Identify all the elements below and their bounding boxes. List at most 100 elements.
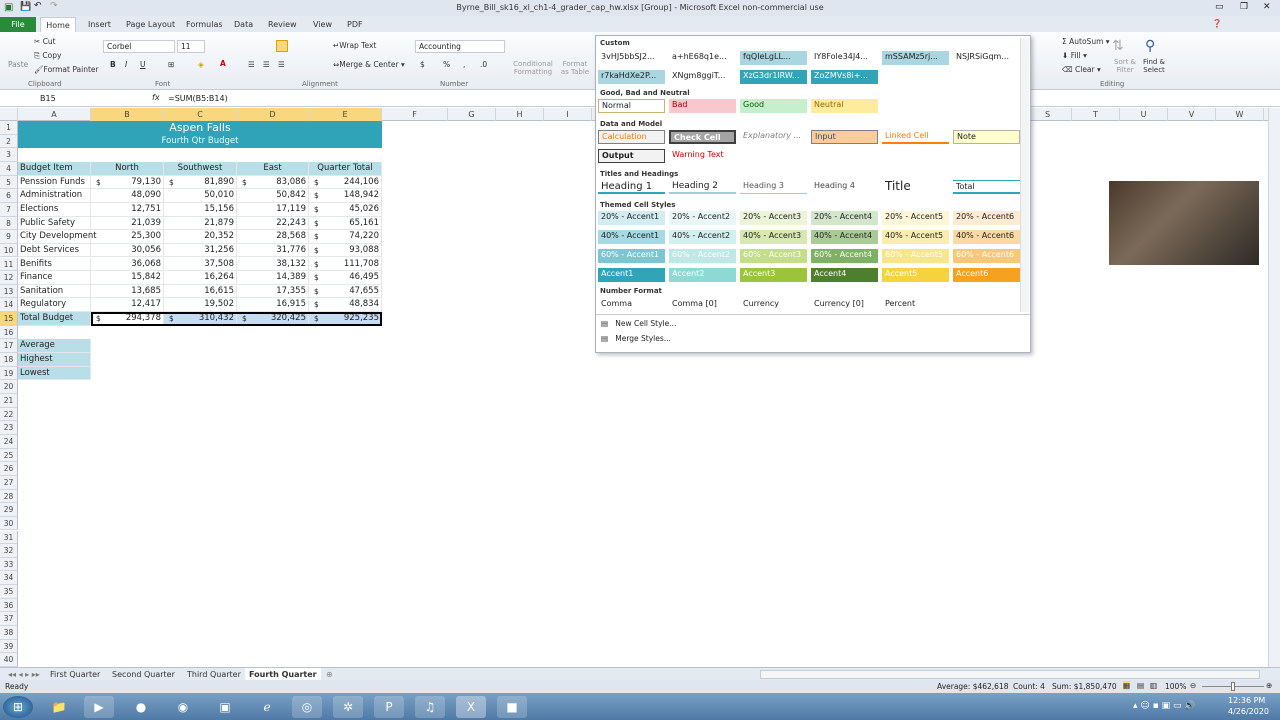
cell-A8[interactable]: Public Safety [18, 216, 91, 231]
cell-B6[interactable]: 48,090 [91, 189, 164, 203]
align-bottom-button[interactable] [276, 40, 288, 52]
style-item[interactable]: Heading 3 [740, 180, 807, 194]
media-player-icon[interactable]: ▶ [84, 696, 114, 718]
percent-button[interactable]: % [443, 60, 450, 69]
row-header[interactable]: 25 [0, 448, 18, 463]
column-header[interactable]: W [1216, 108, 1264, 121]
custom-style-item[interactable]: IY8Fole34J4... [811, 51, 878, 65]
style-item[interactable]: 60% - Accent2 [669, 249, 736, 263]
cell-E9[interactable]: 74,220 [309, 230, 382, 244]
increase-decimal-icon[interactable]: .0 [480, 60, 487, 69]
zoom-slider-thumb[interactable] [1231, 682, 1235, 691]
style-item[interactable]: 60% - Accent4 [811, 249, 878, 263]
custom-style-item[interactable]: NSJRSiGqm... [953, 51, 1020, 65]
cell-B5[interactable]: 79,130 [91, 175, 164, 190]
gallery-scrollbar[interactable] [1020, 38, 1029, 312]
fill-button[interactable]: ⬇ Fill ▾ [1062, 51, 1087, 60]
row-header[interactable]: 11 [0, 257, 18, 272]
row-header[interactable]: 24 [0, 434, 18, 449]
column-header[interactable]: B [91, 108, 164, 121]
cell-D7[interactable]: 17,119 [237, 202, 309, 217]
cell-E8[interactable]: 65,161 [309, 216, 382, 231]
zoom-in-icon[interactable]: ⊕ [1266, 681, 1272, 690]
excel-taskbar-icon[interactable]: X [456, 696, 486, 718]
column-header[interactable]: D [237, 108, 309, 121]
cell-A19[interactable]: Lowest [18, 366, 91, 381]
cell-B12[interactable]: 15,842 [91, 271, 164, 285]
row-header[interactable]: 8 [0, 216, 18, 231]
underline-button[interactable]: U [140, 60, 146, 69]
cell-D14[interactable]: 16,915 [237, 298, 309, 313]
style-item[interactable]: Warning Text [669, 149, 736, 163]
row-header[interactable]: 33 [0, 557, 18, 572]
style-item[interactable]: 40% - Accent6 [953, 230, 1020, 244]
borders-icon[interactable]: ⊞ [168, 60, 174, 69]
row-header[interactable]: 15 [0, 312, 18, 326]
cell-A6[interactable]: Administration [18, 189, 91, 203]
start-button[interactable]: ⊞ [3, 696, 33, 718]
row-header[interactable]: 10 [0, 243, 18, 258]
cell-C10[interactable]: 31,256 [164, 243, 237, 258]
cell-D13[interactable]: 17,355 [237, 284, 309, 299]
powerpoint-icon[interactable]: P [374, 696, 404, 718]
custom-style-item[interactable]: fqQIeLgLL... [740, 51, 807, 65]
cell-A11[interactable]: Benifits [18, 257, 91, 272]
style-item[interactable]: Comma [0] [669, 298, 736, 312]
help-icon[interactable]: ❓ [1212, 19, 1222, 28]
wrap-text-button[interactable]: ↵Wrap Text [333, 41, 376, 50]
style-item[interactable]: Heading 1 [598, 180, 665, 194]
minimize-button[interactable]: ▭ [1215, 2, 1224, 12]
style-item[interactable]: Input [811, 130, 878, 144]
tool-icon[interactable]: ▣ [210, 696, 240, 718]
cell-C8[interactable]: 21,879 [164, 216, 237, 231]
style-item[interactable]: 20% - Accent2 [669, 211, 736, 225]
cell-A17[interactable]: Average [18, 339, 91, 354]
tab-review[interactable]: Review [268, 17, 297, 32]
cell-A9[interactable]: City Development [18, 230, 97, 244]
style-item[interactable]: Output [598, 149, 665, 163]
cell-D12[interactable]: 14,389 [237, 271, 309, 285]
style-item[interactable]: Explanatory ... [740, 130, 807, 144]
row-header[interactable]: 23 [0, 421, 18, 435]
page-layout-view-icon[interactable]: ▤ [1137, 681, 1144, 690]
number-format-select[interactable]: Accounting [415, 40, 505, 53]
comma-button[interactable]: , [463, 60, 465, 69]
internet-explorer-icon[interactable]: ℯ [252, 696, 282, 718]
clear-button[interactable]: ⌫ Clear ▾ [1062, 65, 1101, 74]
column-header[interactable]: C [164, 108, 237, 121]
style-item[interactable]: Calculation [598, 130, 665, 144]
cell-C13[interactable]: 16,615 [164, 284, 237, 299]
row-header[interactable]: 32 [0, 544, 18, 558]
row-header[interactable]: 34 [0, 571, 18, 586]
tab-page-layout[interactable]: Page Layout [126, 17, 175, 32]
custom-style-item[interactable]: XzG3dr1lRW... [740, 70, 807, 84]
autosum-button[interactable]: Σ AutoSum ▾ [1062, 37, 1110, 46]
custom-style-item[interactable]: a+hE68q1e... [669, 51, 736, 65]
style-item[interactable]: 60% - Accent3 [740, 249, 807, 263]
italic-button[interactable]: I [125, 60, 127, 69]
cell-C6[interactable]: 50,010 [164, 189, 237, 203]
insert-function-icon[interactable]: fx [152, 93, 160, 102]
custom-style-item[interactable]: ZoZMVs8i+... [811, 70, 878, 84]
column-header[interactable]: V [1168, 108, 1216, 121]
cell-C7[interactable]: 15,156 [164, 202, 237, 217]
row-header[interactable]: 26 [0, 462, 18, 476]
chrome-icon[interactable]: ◎ [292, 696, 322, 718]
row-header[interactable]: 16 [0, 325, 18, 340]
cell-D5[interactable]: 83,086 [237, 175, 309, 190]
normal-view-icon[interactable]: ▦ [1123, 681, 1131, 690]
cell-E12[interactable]: 46,495 [309, 271, 382, 285]
row-header[interactable]: 1 [0, 121, 18, 135]
style-item[interactable]: Good [740, 99, 807, 113]
system-tray-icons[interactable]: ▴ ☺ ▪ ▣ ▭ 🔊 [1133, 701, 1196, 711]
fill-color-icon[interactable]: ◈ [198, 60, 204, 69]
row-header[interactable]: 12 [0, 271, 18, 285]
style-item[interactable]: 60% - Accent1 [598, 249, 665, 263]
cell-D10[interactable]: 31,776 [237, 243, 309, 258]
style-item[interactable]: Neutral [811, 99, 878, 113]
tab-file[interactable]: File [0, 17, 36, 32]
style-item[interactable]: Accent3 [740, 268, 807, 282]
column-header[interactable]: F [382, 108, 448, 121]
name-box[interactable]: B15 [40, 94, 56, 103]
zoom-out-icon[interactable]: ⊖ [1190, 681, 1196, 690]
